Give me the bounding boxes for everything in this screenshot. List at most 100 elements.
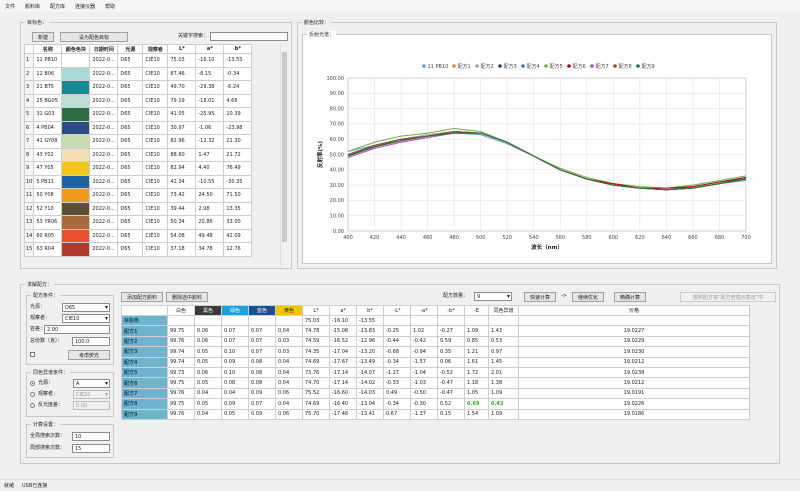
a-value: 2.98 xyxy=(195,201,225,216)
y-tick-label: 30.00 xyxy=(330,183,344,189)
search-input[interactable] xyxy=(210,32,288,41)
menu-pigment-lib[interactable]: 颜料库 xyxy=(20,3,45,10)
formula-row[interactable]: 配方5 99.73 0.06 0.10 0.08 0.04 73.76 -17.14 -14.0… xyxy=(121,366,750,379)
formula-row[interactable]: 配方9 99.76 0.04 0.05 0.09 0.06 75.70 -17.48 -13.4… xyxy=(121,408,750,420)
metamer-observer-select[interactable]: CIE10 xyxy=(73,390,110,399)
b-value: 10.39 xyxy=(223,107,253,122)
menu-file[interactable]: 文件 xyxy=(0,3,20,10)
b-value: 76.49 xyxy=(223,161,253,176)
formula-row[interactable]: 配方2 99.76 0.06 0.07 0.07 0.03 74.59 -16.52 -12.9… xyxy=(121,335,750,348)
global-search-input[interactable]: 10 xyxy=(72,432,110,441)
col-swatch[interactable]: 颜色色块 xyxy=(61,44,91,54)
color-row[interactable]: 2 12 B06 2022-0... D65 CIE10 87.46 -8.15 -0.34 xyxy=(23,66,253,81)
observer-label: 观察者： xyxy=(30,315,51,321)
illum-label: 光源： xyxy=(30,304,46,310)
col-illum[interactable]: 光源 xyxy=(117,44,144,54)
menu-formula-lib[interactable]: 配方库 xyxy=(45,3,70,10)
observer-radio[interactable] xyxy=(30,392,35,397)
color-row[interactable]: 64 PB04 2022-0... D65 CIE10 30.97 -1.06 -23.98 xyxy=(23,120,253,135)
continue-optimize-button[interactable]: 继续优化 xyxy=(572,292,604,302)
exact-calc-button[interactable]: 精确计算 xyxy=(614,292,646,302)
col-L[interactable]: L* xyxy=(167,44,197,54)
set-target-button[interactable]: 设为配色目标 xyxy=(60,32,128,42)
formula-col-header[interactable]: 价格 xyxy=(518,305,750,316)
formula-cell: 0.04 xyxy=(275,398,303,410)
formula-cell: -12.96 xyxy=(356,335,384,348)
formula-row[interactable]: 目标色 75.03 -16.10 -13.55 xyxy=(121,314,750,327)
color-table-scrollbar[interactable] xyxy=(280,44,287,266)
color-row[interactable]: 8 43 Y02 2022-0... D65 CIE10 88.60 1.47 21.72 xyxy=(23,147,253,162)
col-observer[interactable]: 观察者 xyxy=(142,44,169,54)
total-input[interactable]: 100.0 xyxy=(72,337,110,346)
formula-row[interactable]: 配方8 99.75 0.05 0.09 0.07 0.04 74.69 -16.40 -13.0… xyxy=(121,398,750,410)
new-button[interactable]: 新建 xyxy=(32,32,54,42)
formula-row[interactable]: 配方6 99.75 0.05 0.08 0.08 0.04 74.70 -17.14 -14.0… xyxy=(121,377,750,389)
formula-count-select[interactable]: 9 xyxy=(474,292,512,301)
L-value: 79.19 xyxy=(167,93,197,108)
color-row[interactable]: 12 52 Y10 2022-0... D65 CIE10 39.44 2.98 13.35 xyxy=(23,201,253,216)
formula-row[interactable]: 配方3 99.74 0.05 0.10 0.07 0.03 74.35 -17.04 -13.2… xyxy=(121,346,750,358)
formula-cell: 74.70 xyxy=(302,377,330,389)
color-row[interactable]: 9 47 Y05 2022-0... D65 CIE10 82.94 4.40 76.49 xyxy=(23,161,253,176)
formula-col-header[interactable]: 蓝色 xyxy=(248,305,276,316)
formula-cell: 1.09 xyxy=(488,387,519,400)
gloss-input[interactable]: 0.00 xyxy=(73,401,110,410)
color-row[interactable]: 11 50 Y08 2022-0... D65 CIE10 73.42 24.50 71.50 xyxy=(23,188,253,203)
x-tick-label: 460 xyxy=(423,235,433,241)
color-row[interactable]: 3 21 BT5 2022-0... D65 CIE10 49.70 -29.38 -6.24 xyxy=(23,80,253,95)
illuminant: D65 xyxy=(117,161,144,176)
formula-col-header[interactable]: 绿色 xyxy=(221,305,249,316)
a-value: -16.10 xyxy=(195,53,225,68)
formula-col-header[interactable]: b* xyxy=(356,305,384,316)
menu-help[interactable]: 帮助 xyxy=(100,3,120,10)
color-row[interactable]: 14 60 R05 2022-0... D65 CIE10 54.08 49.48 42.09 xyxy=(23,228,253,243)
formula-cell: 0.97 xyxy=(488,346,519,358)
illum-select[interactable]: D65 xyxy=(62,303,110,312)
color-row[interactable]: 4 25 BG05 2022-0... D65 CIE10 79.19 -18.01 4.66 xyxy=(23,93,253,108)
col-b[interactable]: b* xyxy=(223,44,253,54)
quick-calc-button[interactable]: 快速计算 xyxy=(524,292,556,302)
color-row[interactable]: 13 53 YR06 2022-0... D65 CIE10 50.34 20.86 33.0… xyxy=(23,215,253,230)
color-row[interactable]: 10 5 PB11 2022-0... D65 CIE10 41.34 -10.55 -30.… xyxy=(23,174,253,189)
formula-cell xyxy=(248,314,276,327)
delete-pigment-button[interactable]: 删除选中颜料 xyxy=(166,292,208,302)
col-name[interactable]: 名称 xyxy=(33,44,63,54)
gloss-radio[interactable] xyxy=(30,403,35,408)
formula-col-header[interactable]: 黑色 xyxy=(194,305,222,316)
formula-col-header[interactable]: 白色 xyxy=(167,305,195,316)
formula-col-header[interactable]: L* xyxy=(302,305,330,316)
formula-col-header[interactable]: a* xyxy=(329,305,357,316)
total-label: 总份数（克）： xyxy=(30,338,63,344)
formula-cell: 0.06 xyxy=(275,387,303,400)
formula-col-header[interactable]: -E xyxy=(464,305,489,316)
formula-col-header[interactable]: -b* xyxy=(437,305,465,316)
metamer-illum-select[interactable]: A xyxy=(73,379,110,388)
formula-col-header[interactable]: 黄色 xyxy=(275,305,303,316)
formula-cell: 19.0238 xyxy=(518,366,750,379)
col-a[interactable]: a* xyxy=(195,44,225,54)
color-table: 名称 颜色色块 日期时间 光源 观察者 L* a* b* 1 11 PB10 202… xyxy=(23,44,253,257)
color-row[interactable]: 5 31 G03 2022-0... D65 CIE10 41.05 -25.95 10.39 xyxy=(23,107,253,122)
color-row[interactable]: 15 63 R04 2022-0... D65 CIE10 37.18 34.78 12.76 xyxy=(23,242,253,257)
local-search-input[interactable]: 15 xyxy=(72,444,110,453)
illum-radio[interactable] xyxy=(30,381,35,386)
menu-connect[interactable]: 连接仪器 xyxy=(70,3,100,10)
formula-row[interactable]: 配方7 99.76 0.04 0.04 0.09 0.06 75.52 -16.60 -14.0… xyxy=(121,387,750,400)
fluor-checkbox[interactable] xyxy=(30,352,35,357)
add-pigment-button[interactable]: 添加配方颜料 xyxy=(121,292,163,302)
observer-select[interactable]: CIE10 xyxy=(62,314,110,323)
formula-cell xyxy=(383,314,411,327)
fluor-button[interactable]: 考虑荧光 xyxy=(68,350,110,360)
tolerance-input[interactable]: 2.00 xyxy=(44,325,110,334)
save-formula-button[interactable]: 按照配方将“配方管理示意法”中 xyxy=(680,292,776,302)
formula-col-header[interactable]: 同色异谱 xyxy=(488,305,519,316)
formula-row[interactable]: 配方1 99.75 0.06 0.07 0.07 0.04 74.78 -15.08 -13.8… xyxy=(121,325,750,337)
col-date[interactable]: 日期时间 xyxy=(89,44,119,54)
formula-col-header[interactable] xyxy=(121,305,168,316)
y-tick-label: 60.00 xyxy=(330,137,344,143)
color-row[interactable]: 7 41 GY08 2022-0... D65 CIE10 82.96 -12.32 21.3… xyxy=(23,134,253,149)
color-row[interactable]: 1 11 PB10 2022-0... D65 CIE10 75.03 -16.10 -13.… xyxy=(23,53,253,68)
formula-col-header[interactable]: -a* xyxy=(410,305,438,316)
formula-row[interactable]: 配方4 99.74 0.05 0.09 0.08 0.04 74.69 -17.67 -13.4… xyxy=(121,356,750,368)
formula-col-header[interactable]: -L* xyxy=(383,305,411,316)
